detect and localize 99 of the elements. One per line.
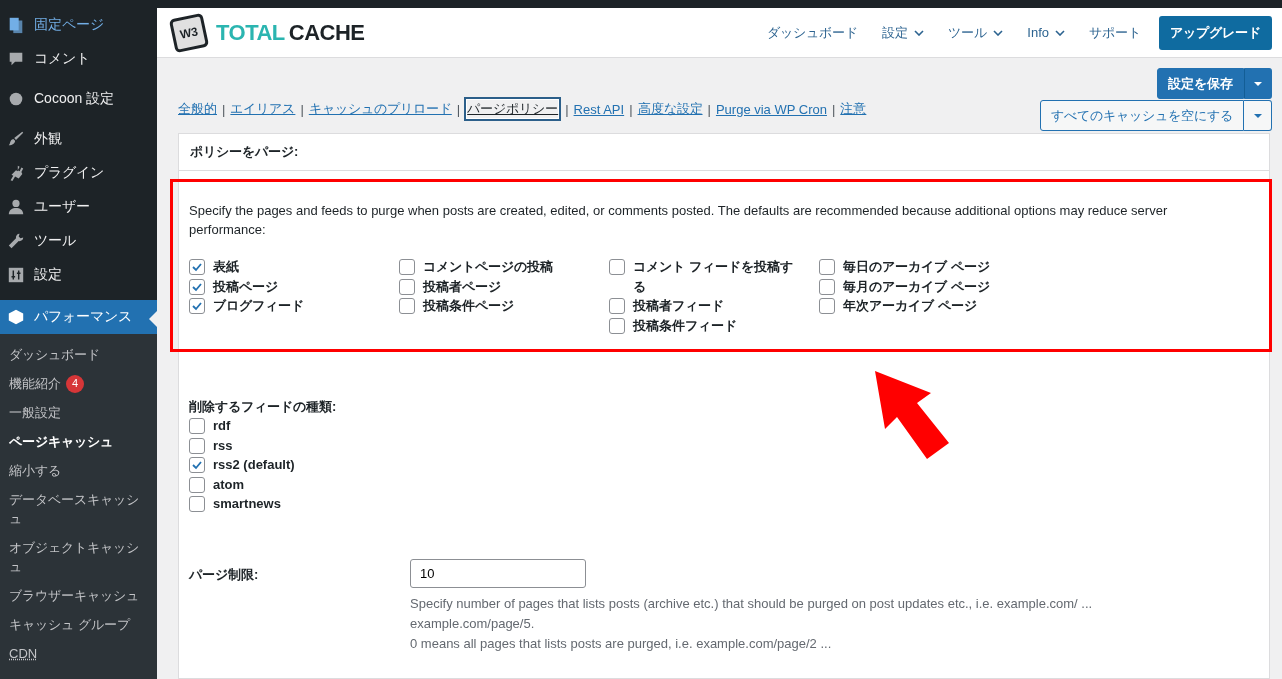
checkbox[interactable] bbox=[819, 278, 835, 295]
tab-link[interactable]: キャッシュのプリロード bbox=[307, 99, 453, 119]
tab-link[interactable]: パージポリシー bbox=[464, 97, 562, 121]
checkbox-label: ブログフィード bbox=[213, 297, 304, 315]
submenu-item[interactable]: CDN bbox=[0, 639, 157, 668]
brush-icon bbox=[7, 130, 25, 148]
help-text: Specify number of pages that lists posts (archive etc.) that should be purged on post updates etc., i.e. example.com/ ... bbox=[410, 594, 1093, 613]
checkbox[interactable] bbox=[399, 298, 415, 314]
checkbox-label: atom bbox=[213, 475, 245, 494]
checkbox[interactable] bbox=[399, 278, 415, 295]
checkbox[interactable] bbox=[189, 259, 205, 275]
nav-link[interactable]: 設定 bbox=[882, 23, 925, 42]
checkbox[interactable] bbox=[189, 418, 205, 434]
upgrade-button[interactable]: アップグレード bbox=[1159, 15, 1272, 50]
checkbox-label: 表紙 bbox=[213, 258, 239, 276]
checkbox[interactable] bbox=[819, 259, 835, 275]
checkbox-label: コメントページの投稿 bbox=[423, 258, 553, 276]
circle-icon bbox=[7, 90, 25, 108]
sliders-icon bbox=[7, 266, 25, 284]
checkbox[interactable] bbox=[189, 298, 205, 314]
checkbox[interactable] bbox=[189, 496, 205, 512]
checkbox[interactable] bbox=[189, 476, 205, 493]
checkbox[interactable] bbox=[189, 278, 205, 295]
dropdown-button[interactable] bbox=[1244, 100, 1272, 131]
page-limit-field[interactable]: 10 bbox=[410, 558, 586, 588]
tab-link[interactable]: 全般的 bbox=[177, 99, 218, 119]
checkbox-label: 毎月のアーカイブ ページ bbox=[843, 277, 990, 296]
sidebar-item[interactable]: プラグイン bbox=[0, 156, 157, 190]
description: Specify the pages and feeds to purge when posts are created, edited, or comments posted. The defaults are recommended because additional options may reduce server performance: bbox=[189, 202, 1169, 239]
checkbox-label: コメント フィードを投稿する bbox=[633, 258, 794, 296]
checkbox-label: 毎日のアーカイブ ページ bbox=[843, 258, 990, 276]
submenu-item[interactable]: キャッシュ グループ bbox=[0, 610, 157, 639]
field-label: 削除するフィードの種類: bbox=[189, 398, 338, 416]
separator: | bbox=[456, 101, 461, 117]
sidebar-item[interactable]: Cocoon 設定 bbox=[0, 82, 157, 116]
panel-title: ポリシーをパージ: bbox=[190, 143, 299, 161]
checkbox[interactable] bbox=[609, 298, 625, 314]
separator: | bbox=[707, 101, 711, 117]
nav-link[interactable]: サポート bbox=[1089, 23, 1141, 42]
cube-logo: W3 bbox=[168, 12, 210, 53]
submenu-item[interactable]: 縮小する bbox=[0, 456, 157, 485]
sidebar-item[interactable]: パフォーマンス bbox=[0, 300, 157, 334]
user-icon bbox=[7, 198, 25, 216]
nav-link[interactable]: ツール bbox=[948, 23, 1004, 42]
checkbox-label: smartnews bbox=[213, 495, 281, 513]
empty-cache-button[interactable]: すべてのキャッシュを空にする bbox=[1040, 100, 1244, 131]
checkbox-label: 投稿者フィード bbox=[633, 297, 724, 315]
checkbox-label: rss bbox=[213, 436, 233, 455]
nav-link[interactable]: Info bbox=[1027, 25, 1065, 40]
help-text: example.com/page/5. bbox=[410, 614, 536, 633]
checkbox-label: 投稿者ページ bbox=[423, 277, 501, 296]
separator: | bbox=[300, 101, 304, 117]
separator: | bbox=[565, 101, 569, 117]
checkbox-label: 投稿ページ bbox=[213, 277, 278, 296]
sidebar-item[interactable]: ユーザー bbox=[0, 190, 157, 224]
pages-icon bbox=[7, 16, 25, 34]
checkbox-label: 投稿条件フィード bbox=[633, 316, 737, 335]
checkbox-label: rdf bbox=[213, 417, 231, 435]
submenu-item[interactable]: オブジェクトキャッシュ bbox=[0, 533, 157, 581]
dropdown-button[interactable] bbox=[1244, 68, 1272, 99]
separator: | bbox=[629, 101, 633, 117]
cube-icon bbox=[7, 308, 25, 326]
tab-link[interactable]: 高度な設定 bbox=[636, 99, 704, 119]
sidebar-item[interactable]: コメント bbox=[0, 42, 157, 76]
tab-link[interactable]: Rest API bbox=[572, 100, 626, 118]
caret-icon bbox=[1253, 80, 1263, 87]
help-text: 0 means all pages that lists posts are purged, i.e. example.com/page/2 ... bbox=[410, 634, 833, 653]
submenu-item[interactable]: データベースキャッシュ bbox=[0, 485, 157, 533]
caret-icon bbox=[1252, 112, 1263, 119]
checkbox[interactable] bbox=[609, 259, 625, 275]
tab-link[interactable]: 注意 bbox=[839, 99, 868, 119]
nav-link[interactable]: ダッシュボード bbox=[767, 23, 859, 42]
submenu-item[interactable]: 一般設定 bbox=[0, 398, 157, 427]
tab-link[interactable]: エイリアス bbox=[229, 99, 297, 119]
separator: | bbox=[831, 101, 836, 117]
checkbox[interactable] bbox=[399, 259, 415, 275]
logo-text: TOTAL bbox=[216, 19, 285, 46]
tab-link[interactable]: Purge via WP Cron bbox=[714, 100, 828, 118]
separator: | bbox=[222, 101, 226, 117]
sidebar-item[interactable]: 外観 bbox=[0, 122, 157, 156]
sidebar-item[interactable]: 固定ページ bbox=[0, 8, 157, 42]
submenu-item[interactable]: ブラウザーキャッシュ bbox=[0, 581, 157, 610]
save-settings-button[interactable]: 設定を保存 bbox=[1157, 68, 1244, 99]
sidebar-item[interactable]: ツール bbox=[0, 224, 157, 258]
sidebar-item[interactable]: 設定 bbox=[0, 258, 157, 292]
checkbox[interactable] bbox=[819, 298, 835, 314]
logo-text: CACHE bbox=[288, 19, 365, 46]
checkbox[interactable] bbox=[189, 437, 205, 454]
submenu-item[interactable]: ダッシュボード bbox=[0, 340, 157, 369]
checkbox-label: 投稿条件ページ bbox=[423, 297, 514, 315]
submenu-item[interactable]: 機能紹介 4 bbox=[0, 369, 157, 398]
checkbox-label: rss2 (default) bbox=[213, 456, 295, 474]
wrench-icon bbox=[7, 232, 25, 250]
field-label: パージ制限: bbox=[189, 565, 260, 584]
submenu-item[interactable]: ページキャッシュ bbox=[0, 427, 157, 456]
checkbox-label: 年次アーカイブ ページ bbox=[843, 297, 977, 315]
count-badge: 4 bbox=[66, 374, 84, 393]
checkbox[interactable] bbox=[609, 317, 625, 334]
checkbox[interactable] bbox=[189, 457, 205, 473]
